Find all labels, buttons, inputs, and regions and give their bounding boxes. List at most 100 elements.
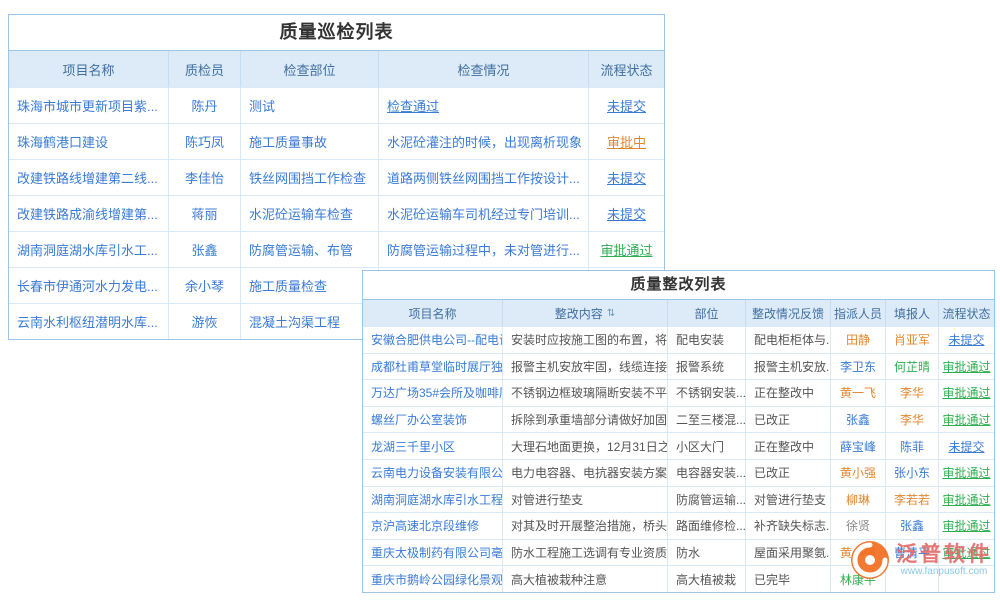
flow-status-badge[interactable]: 未提交 [589,160,664,195]
header-inspect-situation: 检查情况 [379,51,589,87]
feedback-cell: 已改正 [746,407,831,433]
header-feedback: 整改情况反馈 [746,300,831,326]
flow-status-badge[interactable]: 审批通过 [939,380,994,406]
project-name-cell[interactable]: 云南电力设备安装有限公司20... [363,460,503,486]
rectification-table-row[interactable]: 成都杜甫草堂临时展厅独立展... 报警主机安放牢固，线缆连接... 报警系统 报… [363,353,994,380]
sort-icon[interactable]: ⇅ [607,308,615,319]
part-cell: 不锈钢安装... [668,380,746,406]
assignee-cell: 徐贤 [831,513,886,539]
inspection-list-title: 质量巡检列表 [9,15,664,51]
project-name-cell[interactable]: 京沪高速北京段维修 [363,513,503,539]
rectify-content-cell: 拆除到承重墙部分请做好加固... [503,407,668,433]
header-project-name: 项目名称 [9,51,169,87]
rectify-content-cell: 大理石地面更换，12月31日之... [503,433,668,459]
flow-status-badge[interactable]: 审批通过 [939,513,994,539]
inspector-cell: 李佳怡 [169,160,241,195]
inspect-situation-cell: 检查通过 [379,88,589,123]
project-name-cell[interactable]: 长春市伊通河水力发电... [9,268,169,303]
feedback-cell: 已改正 [746,460,831,486]
reporter-cell: 李华 [886,380,939,406]
rectification-table-row[interactable]: 安徽合肥供电公司--配电设备... 安装时应按施工图的布置，将... 配电安装 … [363,326,994,353]
inspect-situation-cell: 水泥砼运输车司机经过专门培训... [379,196,589,231]
inspection-table-row[interactable]: 改建铁路线增建第二线... 李佳怡 铁丝网围挡工作检查 道路两侧铁丝网围挡工作按… [9,159,664,195]
inspection-table-row[interactable]: 湖南洞庭湖水库引水工... 张鑫 防腐管运输、布管 防腐管运输过程中，未对管进行… [9,231,664,267]
rectification-table-row[interactable]: 龙湖三千里小区 大理石地面更换，12月31日之... 小区大门 正在整改中 薛宝… [363,432,994,459]
reporter-cell: 陈菲 [886,433,939,459]
project-name-cell[interactable]: 湖南洞庭湖水库引水工... [9,232,169,267]
project-name-cell[interactable]: 螺丝厂办公室装饰 [363,407,503,433]
project-name-cell[interactable]: 云南水利枢纽潜明水库... [9,304,169,339]
inspect-situation-cell: 防腐管运输过程中，未对管进行... [379,232,589,267]
assignee-cell: 柳琳 [831,487,886,513]
reporter-cell: 肖亚军 [886,327,939,353]
flow-status-badge[interactable]: 审批通过 [589,232,664,267]
inspection-table-row[interactable]: 珠海鹤港口建设 陈巧凤 施工质量事故 水泥砼灌注的时候，出现离析现象 审批中 [9,123,664,159]
inspector-cell: 张鑫 [169,232,241,267]
vendor-url: www.fanpusoft.com [901,566,988,577]
flow-status-badge[interactable]: 审批中 [589,124,664,159]
inspect-part-cell: 水泥砼运输车检查 [241,196,379,231]
feedback-cell: 已完毕 [746,566,831,592]
flow-status-badge[interactable]: 未提交 [939,327,994,353]
inspect-situation-cell: 水泥砼灌注的时候，出现离析现象 [379,124,589,159]
flow-status-badge[interactable]: 审批通过 [939,460,994,486]
project-name-cell[interactable]: 改建铁路成渝线增建第... [9,196,169,231]
rectification-table-row[interactable]: 万达广场35#会所及咖啡厅空... 不锈钢边框玻璃隔断安装不平... 不锈钢安装… [363,379,994,406]
vendor-watermark: 泛普软件 www.fanpusoft.com [850,540,992,580]
part-cell: 高大植被栽 [668,566,746,592]
inspect-part-cell: 施工质量事故 [241,124,379,159]
rectify-content-cell: 安装时应按施工图的布置，将... [503,327,668,353]
rectification-header-row: 项目名称 整改内容 ⇅ 部位 整改情况反馈 指派人员 填报人 流程状态 [363,300,994,326]
rectify-content-cell: 报警主机安放牢固，线缆连接... [503,354,668,380]
project-name-cell[interactable]: 珠海鹤港口建设 [9,124,169,159]
rectify-content-cell: 对其及时开展整治措施，桥头... [503,513,668,539]
header-inspector: 质检员 [169,51,241,87]
header-project-name: 项目名称 [363,300,503,326]
inspector-cell: 陈巧凤 [169,124,241,159]
inspect-part-cell: 测试 [241,88,379,123]
rectify-content-cell: 不锈钢边框玻璃隔断安装不平... [503,380,668,406]
reporter-cell: 李若若 [886,487,939,513]
project-name-cell[interactable]: 万达广场35#会所及咖啡厅空... [363,380,503,406]
project-name-cell[interactable]: 重庆太极制药有限公司亳州中... [363,540,503,566]
inspect-part-cell: 混凝土沟渠工程 [241,304,379,339]
inspector-cell: 游恢 [169,304,241,339]
project-name-cell[interactable]: 安徽合肥供电公司--配电设备... [363,327,503,353]
rectification-list-title: 质量整改列表 [363,271,994,300]
part-cell: 防水 [668,540,746,566]
rectification-table-row[interactable]: 螺丝厂办公室装饰 拆除到承重墙部分请做好加固... 二至三楼混... 已改正 张… [363,406,994,433]
inspection-table-row[interactable]: 珠海市城市更新项目紫... 陈丹 测试 检查通过 未提交 [9,87,664,123]
header-flow-status: 流程状态 [589,51,664,87]
inspect-situation-cell: 道路两侧铁丝网围挡工作按设计... [379,160,589,195]
header-assignee: 指派人员 [831,300,886,326]
feedback-cell: 正在整改中 [746,380,831,406]
project-name-cell[interactable]: 珠海市城市更新项目紫... [9,88,169,123]
rectification-table-row[interactable]: 云南电力设备安装有限公司20... 电力电容器、电抗器安装方案... 电容器安装… [363,459,994,486]
project-name-cell[interactable]: 成都杜甫草堂临时展厅独立展... [363,354,503,380]
header-reporter: 填报人 [886,300,939,326]
flow-status-badge[interactable]: 未提交 [589,196,664,231]
inspect-part-cell: 铁丝网围挡工作检查 [241,160,379,195]
flow-status-badge[interactable]: 审批通过 [939,407,994,433]
flow-status-badge[interactable]: 未提交 [939,433,994,459]
inspection-table-row[interactable]: 改建铁路成渝线增建第... 蒋丽 水泥砼运输车检查 水泥砼运输车司机经过专门培训… [9,195,664,231]
flow-status-badge[interactable]: 审批通过 [939,354,994,380]
reporter-cell: 何芷晴 [886,354,939,380]
rectify-content-cell: 防水工程施工选调有专业资质... [503,540,668,566]
feedback-cell: 补齐缺失标志... [746,513,831,539]
project-name-cell[interactable]: 龙湖三千里小区 [363,433,503,459]
header-rectify-content: 整改内容 ⇅ [503,300,668,326]
part-cell: 防腐管运输... [668,487,746,513]
vendor-watermark-text: 泛普软件 www.fanpusoft.com [896,543,992,577]
project-name-cell[interactable]: 湖南洞庭湖水库引水工程施工标 [363,487,503,513]
inspector-cell: 陈丹 [169,88,241,123]
project-name-cell[interactable]: 重庆市鹅岭公园绿化景观提升... [363,566,503,592]
reporter-cell: 李华 [886,407,939,433]
flow-status-badge[interactable]: 未提交 [589,88,664,123]
inspect-part-cell: 施工质量检查 [241,268,379,303]
rectification-table-row[interactable]: 京沪高速北京段维修 对其及时开展整治措施，桥头... 路面维修检... 补齐缺失… [363,512,994,539]
project-name-cell[interactable]: 改建铁路线增建第二线... [9,160,169,195]
flow-status-badge[interactable]: 审批通过 [939,487,994,513]
rectify-content-cell: 电力电容器、电抗器安装方案... [503,460,668,486]
rectification-table-row[interactable]: 湖南洞庭湖水库引水工程施工标 对管进行垫支 防腐管运输... 对管进行垫支 柳琳… [363,486,994,513]
